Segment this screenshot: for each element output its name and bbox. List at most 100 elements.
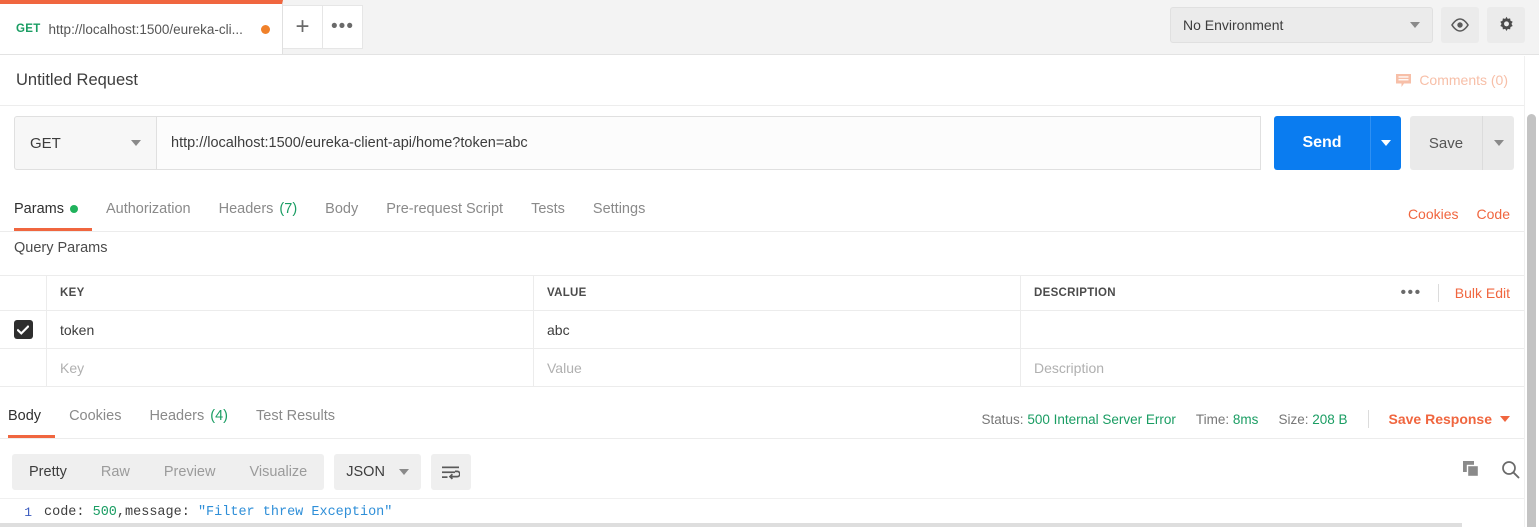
response-format-value: JSON: [346, 464, 385, 480]
response-tab-headers-label: Headers: [149, 408, 205, 424]
header-checkbox-cell: [0, 276, 47, 310]
row-checkbox-cell: [0, 311, 47, 348]
code-link[interactable]: Code: [1477, 206, 1510, 222]
empty-row-key-cell[interactable]: Key: [47, 349, 534, 386]
table-header-row: KEY VALUE DESCRIPTION ••• Bulk Edit: [0, 276, 1524, 311]
word-wrap-button[interactable]: [430, 454, 471, 490]
copy-to-clipboard-button[interactable]: [1462, 460, 1481, 484]
response-time-value: 8ms: [1232, 411, 1259, 427]
request-tab-url: http://localhost:1500/eureka-cli...: [48, 21, 243, 37]
chevron-down-icon: [1410, 22, 1420, 28]
row-description-cell[interactable]: [1021, 311, 1524, 348]
tab-headers-label: Headers: [218, 201, 274, 217]
response-tab-test-results[interactable]: Test Results: [242, 397, 349, 438]
json-key-code: code:: [44, 504, 93, 520]
save-button[interactable]: Save: [1410, 116, 1482, 170]
response-status: Status: 500 Internal Server Error: [982, 412, 1176, 427]
response-tab-cookies-label: Cookies: [69, 408, 122, 424]
view-mode-preview[interactable]: Preview: [147, 454, 233, 490]
response-tab-cookies[interactable]: Cookies: [55, 397, 135, 438]
http-method-select[interactable]: GET: [14, 116, 156, 170]
query-params-table: KEY VALUE DESCRIPTION ••• Bulk Edit toke…: [0, 275, 1524, 387]
view-mode-raw[interactable]: Raw: [84, 454, 147, 490]
response-tab-test-results-label: Test Results: [256, 408, 335, 424]
word-wrap-icon: [442, 466, 461, 480]
empty-row-key-placeholder: Key: [60, 359, 85, 376]
vertical-scrollbar-track[interactable]: [1524, 56, 1539, 527]
chevron-down-icon: [1500, 416, 1510, 422]
tab-options-button[interactable]: •••: [323, 5, 363, 49]
request-tab-method: GET: [16, 23, 41, 35]
cookies-link[interactable]: Cookies: [1408, 206, 1459, 222]
table-options-button[interactable]: •••: [1384, 284, 1439, 302]
code-line-content: code: 500,message: "Filter threw Excepti…: [44, 505, 392, 520]
table-row-empty: Key Value Description: [0, 349, 1524, 387]
row-value-cell[interactable]: abc: [534, 311, 1021, 348]
response-tab-headers[interactable]: Headers (4): [135, 397, 242, 438]
tab-params-label: Params: [14, 201, 64, 217]
url-input[interactable]: http://localhost:1500/eureka-client-api/…: [156, 116, 1261, 170]
params-present-dot-icon: [69, 205, 78, 213]
unsaved-changes-dot-icon: [261, 24, 270, 34]
json-key-message: message:: [125, 504, 198, 520]
save-response-label: Save Response: [1388, 411, 1493, 427]
send-options-button[interactable]: [1370, 116, 1401, 170]
empty-row-value-cell[interactable]: Value: [534, 349, 1021, 386]
save-button-group: Save: [1410, 116, 1514, 170]
chevron-down-icon: [1493, 140, 1504, 146]
view-mode-visualize[interactable]: Visualize: [232, 454, 324, 490]
tab-body[interactable]: Body: [311, 190, 372, 231]
horizontal-scrollbar-thumb[interactable]: [0, 523, 1462, 527]
response-tab-body[interactable]: Body: [8, 397, 56, 438]
tab-headers[interactable]: Headers (7): [205, 190, 312, 231]
environment-select[interactable]: No Environment: [1170, 7, 1433, 43]
environment-selected-label: No Environment: [1183, 17, 1284, 33]
chevron-down-icon: [398, 469, 409, 475]
request-section-tabs: Params Authorization Headers (7) Body Pr…: [0, 190, 1524, 232]
empty-row-description-cell[interactable]: Description: [1021, 349, 1524, 386]
response-tab-headers-count: (4): [210, 408, 228, 424]
postman-app-window: GET http://localhost:1500/eureka-cli... …: [0, 0, 1539, 527]
view-mode-pretty[interactable]: Pretty: [12, 454, 84, 490]
tab-tests[interactable]: Tests: [517, 190, 579, 231]
response-view-mode-group: Pretty Raw Preview Visualize: [12, 454, 325, 490]
row-key-cell[interactable]: token: [47, 311, 534, 348]
vertical-scrollbar-thumb[interactable]: [1527, 114, 1536, 527]
response-status-value: 500 Internal Server Error: [1027, 411, 1176, 427]
response-format-select[interactable]: JSON: [334, 454, 421, 490]
bulk-edit-button[interactable]: Bulk Edit: [1439, 285, 1510, 301]
response-time-label: Time:: [1195, 411, 1230, 427]
header-description-cell: DESCRIPTION ••• Bulk Edit: [1021, 276, 1524, 310]
save-response-button[interactable]: Save Response: [1388, 411, 1510, 427]
tab-authorization-label: Authorization: [105, 201, 191, 217]
comments-button[interactable]: Comments (0): [1395, 72, 1508, 88]
new-tab-button[interactable]: +: [283, 5, 323, 49]
request-tabs-links: Cookies Code: [1408, 206, 1524, 231]
tab-tests-label: Tests: [531, 201, 565, 217]
search-response-button[interactable]: [1501, 460, 1520, 484]
send-button[interactable]: Send: [1274, 116, 1370, 170]
column-header-key: KEY: [60, 287, 85, 299]
tab-settings[interactable]: Settings: [579, 190, 659, 231]
chevron-down-icon: [1381, 140, 1391, 146]
meta-divider: [1367, 410, 1369, 428]
row-enabled-checkbox[interactable]: [13, 320, 33, 339]
settings-button[interactable]: [1487, 7, 1525, 43]
environment-quick-look-button[interactable]: [1441, 7, 1479, 43]
request-tab-active[interactable]: GET http://localhost:1500/eureka-cli...: [0, 0, 283, 54]
comment-bubble-icon: [1396, 73, 1412, 87]
json-value-code: 500: [92, 504, 117, 520]
response-tab-body-label: Body: [8, 408, 42, 424]
response-size-label: Size:: [1278, 411, 1309, 427]
gear-icon: [1499, 16, 1513, 31]
tab-pre-request-script[interactable]: Pre-request Script: [372, 190, 517, 231]
response-size: Size: 208 B: [1278, 412, 1347, 427]
search-icon: [1502, 461, 1520, 479]
header-value-cell: VALUE: [534, 276, 1021, 310]
query-params-section-label: Query Params: [14, 240, 108, 256]
save-options-button[interactable]: [1482, 116, 1514, 170]
tab-params[interactable]: Params: [14, 190, 92, 231]
row-key-value: token: [60, 321, 95, 338]
tab-authorization[interactable]: Authorization: [92, 190, 205, 231]
http-method-value: GET: [30, 134, 61, 152]
